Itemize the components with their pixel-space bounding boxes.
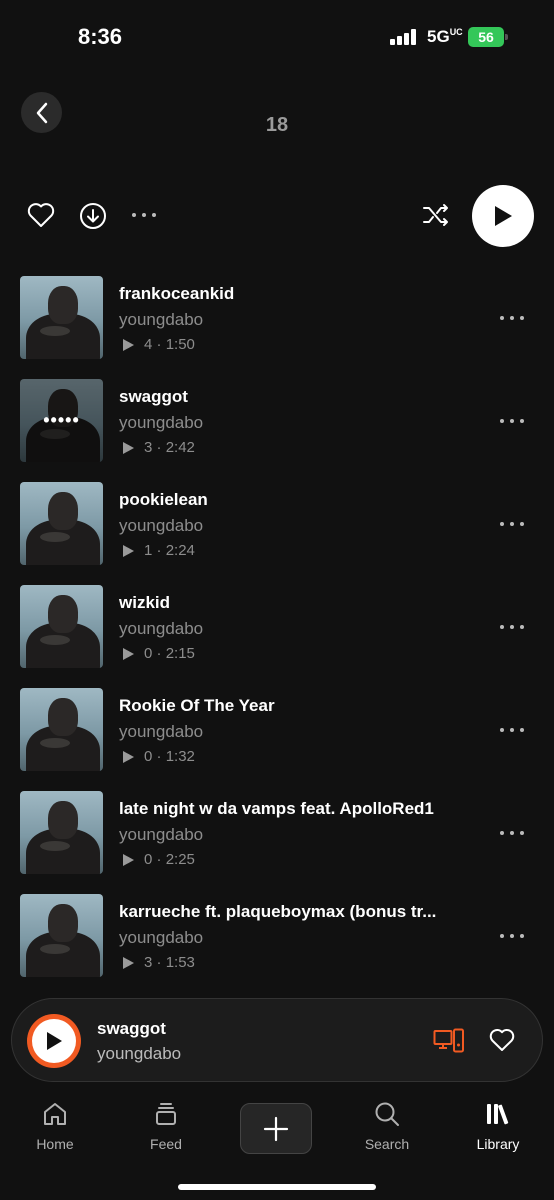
library-icon: [487, 1104, 509, 1125]
track-artist: youngdabo: [119, 516, 204, 535]
track-row[interactable]: ••••• swaggot youngdabo 3 · 2:42: [0, 379, 554, 482]
track-row[interactable]: wizkid youngdabo 0 · 2:15: [0, 585, 554, 688]
track-more-button[interactable]: [500, 932, 524, 940]
track-title: Rookie Of The Year: [119, 696, 275, 715]
track-meta: 4 · 1:50: [123, 336, 195, 353]
track-title: pookielean: [119, 490, 208, 509]
signal-icon: [390, 29, 418, 45]
tab-home[interactable]: Home: [10, 1100, 100, 1160]
playlist-title: 18: [265, 114, 289, 136]
track-title: karrueche ft. plaqueboymax (bonus tr...: [119, 902, 437, 921]
tab-library[interactable]: Library: [453, 1100, 543, 1160]
home-icon: [44, 1103, 66, 1125]
mini-player-title: swaggot: [97, 1019, 166, 1038]
track-more-button[interactable]: [500, 417, 524, 425]
track-artist: youngdabo: [119, 825, 204, 844]
play-count-icon: [123, 647, 134, 660]
track-artwork: [20, 688, 103, 771]
battery-level: 56: [468, 27, 504, 47]
track-artist: youngdabo: [119, 722, 204, 741]
track-artwork: [20, 276, 103, 359]
feed-icon: [156, 1103, 176, 1125]
track-more-button[interactable]: [500, 829, 524, 837]
track-artwork: [20, 894, 103, 977]
create-button[interactable]: [240, 1103, 312, 1154]
like-button[interactable]: [24, 199, 58, 231]
tab-search[interactable]: Search: [342, 1100, 432, 1160]
track-meta: 1 · 2:24: [123, 542, 195, 559]
more-options-button[interactable]: [132, 211, 156, 219]
track-list: frankoceankid youngdabo 4 · 1:50 ••••• s…: [0, 276, 554, 997]
track-meta: 0 · 1:32: [123, 748, 195, 765]
tab-label: Home: [36, 1136, 74, 1152]
status-time: 8:36: [78, 24, 123, 49]
download-icon: [80, 203, 106, 229]
track-meta: 0 · 2:25: [123, 851, 195, 868]
track-meta: 3 · 1:53: [123, 954, 195, 971]
play-icon: [495, 206, 512, 226]
devices-button[interactable]: [433, 1027, 465, 1055]
tab-feed[interactable]: Feed: [121, 1100, 211, 1160]
battery-icon: 56: [468, 27, 508, 47]
track-row[interactable]: karrueche ft. plaqueboymax (bonus tr... …: [0, 894, 554, 997]
track-row[interactable]: pookielean youngdabo 1 · 2:24: [0, 482, 554, 585]
track-more-button[interactable]: [500, 520, 524, 528]
network-label: 5GUC: [427, 27, 463, 46]
track-artist: youngdabo: [119, 928, 204, 947]
mini-play-button[interactable]: [27, 1014, 81, 1068]
play-count-icon: [123, 750, 134, 763]
tab-label: Feed: [150, 1136, 182, 1152]
plus-icon: [263, 1116, 289, 1141]
tab-label: Search: [364, 1136, 410, 1152]
track-artwork: [20, 791, 103, 874]
track-artist: youngdabo: [119, 619, 204, 638]
play-count-icon: [123, 544, 134, 557]
search-icon: [375, 1102, 399, 1126]
mini-player-artist: youngdabo: [97, 1044, 182, 1063]
heart-icon: [489, 1028, 515, 1051]
play-count-icon: [123, 338, 134, 351]
now-playing-icon: •••••: [43, 410, 80, 430]
track-row[interactable]: Rookie Of The Year youngdabo 0 · 1:32: [0, 688, 554, 791]
devices-icon: [433, 1028, 464, 1053]
track-artwork: [20, 585, 103, 668]
track-title: frankoceankid: [119, 284, 235, 303]
mini-like-button[interactable]: [488, 1027, 516, 1053]
track-row[interactable]: frankoceankid youngdabo 4 · 1:50: [0, 276, 554, 379]
mini-player[interactable]: swaggot youngdabo: [11, 998, 543, 1082]
play-count-icon: [123, 441, 134, 454]
track-title: late night w da vamps feat. ApolloRed1: [119, 799, 434, 818]
shuffle-button[interactable]: [422, 203, 450, 227]
track-meta: 3 · 2:42: [123, 439, 195, 456]
track-title: wizkid: [119, 593, 171, 612]
track-more-button[interactable]: [500, 623, 524, 631]
track-artwork: [20, 482, 103, 565]
track-title: swaggot: [119, 387, 188, 406]
track-row[interactable]: late night w da vamps feat. ApolloRed1 y…: [0, 791, 554, 894]
track-artist: youngdabo: [119, 413, 204, 432]
home-indicator: [178, 1184, 376, 1190]
track-more-button[interactable]: [500, 314, 524, 322]
shuffle-icon: [423, 204, 448, 226]
track-artist: youngdabo: [119, 310, 204, 329]
track-more-button[interactable]: [500, 726, 524, 734]
tab-label: Library: [476, 1136, 520, 1152]
play-all-button[interactable]: [472, 185, 534, 247]
action-row: [0, 185, 554, 247]
status-bar: 8:36 5GUC 56: [0, 0, 554, 70]
heart-icon: [27, 203, 55, 227]
play-count-icon: [123, 956, 134, 969]
download-button[interactable]: [78, 201, 108, 231]
track-meta: 0 · 2:15: [123, 645, 195, 662]
play-count-icon: [123, 853, 134, 866]
play-icon: [47, 1032, 62, 1050]
